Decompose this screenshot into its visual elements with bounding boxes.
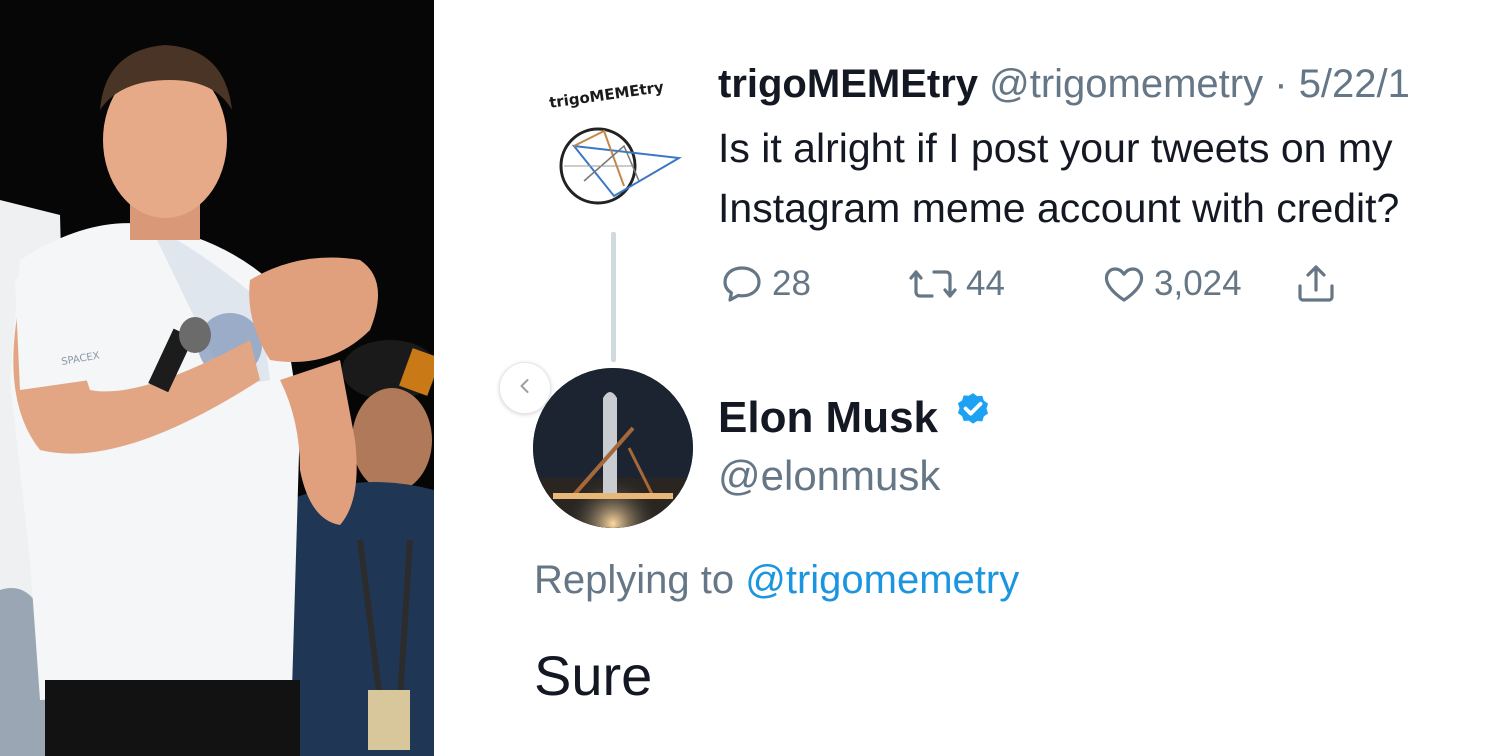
tweet-date[interactable]: 5/22/1 <box>1299 62 1410 106</box>
heart-icon <box>1100 260 1148 308</box>
original-tweet-header: trigoMEMEtry @trigomemetry · 5/22/1 <box>718 56 1410 112</box>
replying-to-mention-link[interactable]: @trigomemetry <box>745 558 1019 602</box>
like-count: 3,024 <box>1154 264 1242 303</box>
replying-to-label: Replying to <box>534 558 735 602</box>
starship-avatar-icon <box>533 368 693 528</box>
photo-illustration: SPACEX <box>0 0 434 756</box>
trigomemetry-display-name[interactable]: trigoMEMEtry <box>718 62 978 106</box>
verified-badge-icon <box>952 390 994 446</box>
reply-count: 28 <box>772 264 811 303</box>
share-button[interactable] <box>1292 256 1340 312</box>
replying-to-line: Replying to @trigomemetry <box>534 552 1019 608</box>
trigomemetry-avatar[interactable]: trigoMEMEtry <box>544 78 684 216</box>
share-icon <box>1292 260 1340 308</box>
chevron-left-icon <box>515 376 535 401</box>
like-button[interactable]: 3,024 <box>1100 256 1242 312</box>
header-separator: · <box>1274 62 1288 106</box>
elonmusk-handle[interactable]: @elonmusk <box>718 448 940 504</box>
carousel-previous-button[interactable] <box>499 362 551 414</box>
original-tweet-text: Is it alright if I post your tweets on m… <box>718 125 1400 231</box>
tweet-action-bar: 28 44 3,024 <box>718 256 1418 312</box>
thread-connector <box>611 232 616 362</box>
retweet-count: 44 <box>966 264 1005 303</box>
reply-icon <box>718 260 766 308</box>
retweet-button[interactable]: 44 <box>906 256 1005 312</box>
reply-tweet-text: Sure <box>534 644 653 707</box>
elon-musk-photo: SPACEX <box>0 0 434 756</box>
trigomemetry-handle[interactable]: @trigomemetry <box>989 62 1263 106</box>
reply-button[interactable]: 28 <box>718 256 811 312</box>
elonmusk-avatar[interactable] <box>533 368 693 528</box>
tweet-thread: trigoMEMEtry trigoMEMEtry @trigomemetry … <box>434 0 1512 756</box>
elonmusk-display-name[interactable]: Elon Musk <box>718 390 938 446</box>
elonmusk-name-row: Elon Musk <box>718 390 994 446</box>
retweet-icon <box>906 260 960 308</box>
